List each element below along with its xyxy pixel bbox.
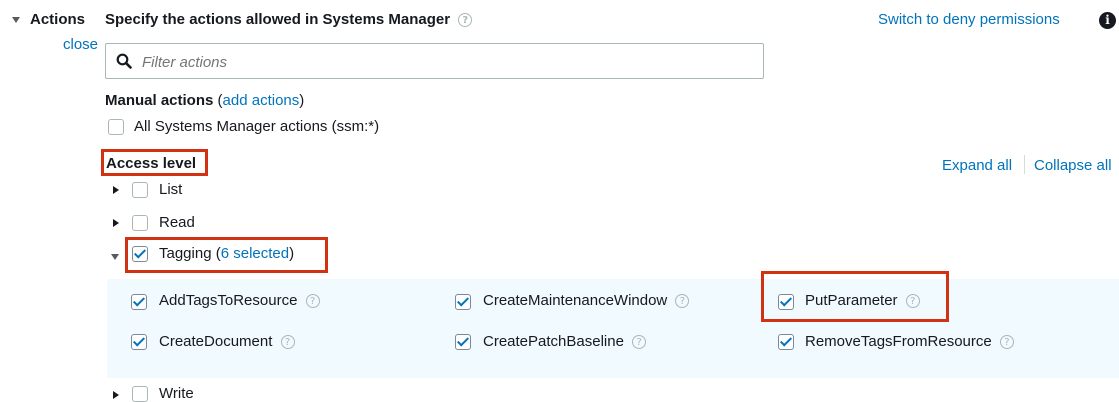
manual-actions-label: Manual actions xyxy=(105,92,214,109)
read-label[interactable]: Read xyxy=(159,214,195,231)
link-divider xyxy=(1024,155,1025,174)
switch-deny-link[interactable]: Switch to deny permissions xyxy=(878,11,1060,28)
add-tags-checkbox[interactable] xyxy=(131,294,147,310)
filter-actions-input[interactable] xyxy=(140,50,744,74)
create-maint-label[interactable]: CreateMaintenanceWindow xyxy=(483,292,667,309)
remove-tags-checkbox[interactable] xyxy=(778,334,794,350)
section-heading: Specify the actions allowed in Systems M… xyxy=(105,11,473,28)
tagging-highlight xyxy=(125,237,328,273)
expand-read-icon[interactable] xyxy=(113,219,119,227)
manual-paren-close: ) xyxy=(299,92,305,109)
put-param-highlight xyxy=(761,271,949,322)
expand-all-link[interactable]: Expand all xyxy=(942,157,1012,174)
remove-tags-label[interactable]: RemoveTagsFromResource xyxy=(805,333,992,350)
section-title[interactable]: Actions xyxy=(30,11,85,28)
expand-list-icon[interactable] xyxy=(113,186,119,194)
search-icon xyxy=(116,53,132,69)
create-doc-label[interactable]: CreateDocument xyxy=(159,333,272,350)
create-doc-checkbox[interactable] xyxy=(131,334,147,350)
section-heading-text: Specify the actions allowed in Systems M… xyxy=(105,11,451,28)
close-link[interactable]: close xyxy=(63,36,98,53)
all-actions-checkbox[interactable] xyxy=(108,119,124,135)
create-maint-item: CreateMaintenanceWindow ? xyxy=(483,292,690,309)
read-checkbox[interactable] xyxy=(132,215,148,231)
all-actions-label: All Systems Manager actions (ssm:*) xyxy=(134,118,380,135)
list-checkbox[interactable] xyxy=(132,182,148,198)
help-icon[interactable]: ? xyxy=(458,13,473,28)
remove-tags-help-icon[interactable]: ? xyxy=(999,335,1014,350)
filter-actions-box[interactable] xyxy=(105,43,764,79)
info-icon[interactable]: i xyxy=(1099,12,1116,29)
create-maint-help-icon[interactable]: ? xyxy=(675,294,690,309)
create-patch-help-icon[interactable]: ? xyxy=(632,335,647,350)
collapse-section-icon[interactable] xyxy=(12,17,20,23)
create-patch-item: CreatePatchBaseline ? xyxy=(483,333,647,350)
write-checkbox[interactable] xyxy=(132,386,148,402)
write-label[interactable]: Write xyxy=(159,385,194,402)
create-patch-checkbox[interactable] xyxy=(455,334,471,350)
add-tags-label[interactable]: AddTagsToResource xyxy=(159,292,297,309)
expand-write-icon[interactable] xyxy=(113,391,119,399)
list-label[interactable]: List xyxy=(159,181,182,198)
create-doc-help-icon[interactable]: ? xyxy=(280,335,295,350)
add-tags-item: AddTagsToResource ? xyxy=(159,292,320,309)
create-patch-label[interactable]: CreatePatchBaseline xyxy=(483,333,624,350)
add-actions-link[interactable]: add actions xyxy=(223,92,300,109)
collapse-tagging-icon[interactable] xyxy=(111,254,119,260)
create-maint-checkbox[interactable] xyxy=(455,294,471,310)
collapse-all-link[interactable]: Collapse all xyxy=(1034,157,1112,174)
manual-actions-row: Manual actions (add actions) xyxy=(105,92,304,109)
remove-tags-item: RemoveTagsFromResource ? xyxy=(805,333,1014,350)
add-tags-help-icon[interactable]: ? xyxy=(305,294,320,309)
access-level-highlight xyxy=(101,149,208,176)
create-doc-item: CreateDocument ? xyxy=(159,333,295,350)
